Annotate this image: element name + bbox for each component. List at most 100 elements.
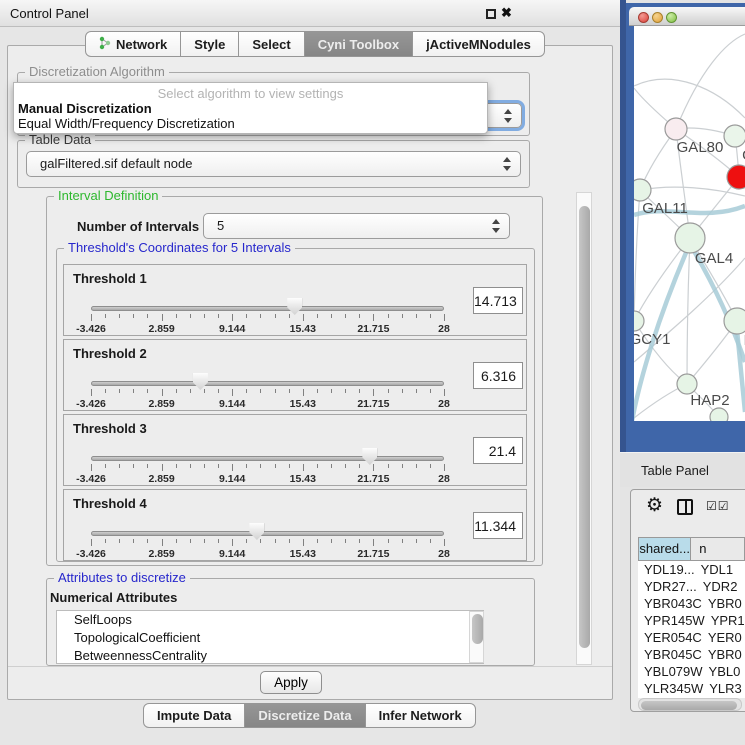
network-node-top-right[interactable] [724,125,745,147]
number-of-intervals-combobox[interactable]: 5 [203,213,510,239]
column-header-shared[interactable]: shared... [638,537,691,561]
threshold-value-field[interactable]: 21.4 [473,437,523,464]
tick-mark [147,389,148,393]
network-node-label-gal4: GAL4 [695,250,733,267]
tick-mark [246,389,247,393]
list-item-topologicalcoefficient[interactable]: TopologicalCoefficient [57,629,483,647]
table-cell: YBR0 [702,595,745,612]
node-table[interactable]: shared...n YDL19...YDL1YDR27...YDR2YBR04… [638,537,745,698]
tick-mark [204,314,205,318]
tab-infer-network[interactable]: Infer Network [365,703,476,728]
dropdown-option-manual-discretization[interactable]: Manual Discretization [18,101,483,116]
threshold-value-field[interactable]: 6.316 [473,362,523,389]
tick-mark [331,464,332,468]
tick-mark [176,539,177,543]
tick-mark [345,464,346,468]
tick-mark [430,389,431,393]
minimize-traffic-light[interactable] [652,12,663,23]
tick-mark [133,389,134,393]
slider-track[interactable] [91,531,444,536]
slider-thumb[interactable] [249,523,264,540]
tick-mark [218,464,219,468]
network-node-label-gcy1: GCY1 [634,331,670,348]
tick-mark [218,389,219,393]
interval-definition-title: Interval Definition [54,188,162,203]
table-row[interactable]: YBR043CYBR0 [638,595,745,612]
threshold-value-field[interactable]: 14.713 [473,287,523,314]
select-columns-icon[interactable]: ☑☑ [706,499,730,513]
dropdown-prompt: Select algorithm to view settings [14,86,487,101]
tick-mark [373,464,374,471]
network-node-red-node[interactable] [727,165,745,189]
attributes-scrollbar[interactable] [469,611,484,663]
tick-mark [232,389,233,396]
table-cell: YDR2 [697,578,745,595]
tab-discretize-data[interactable]: Discretize Data [244,703,365,728]
table-data-combobox[interactable]: galFiltered.sif default node [26,151,521,177]
numerical-attributes-list[interactable]: SelfLoopsTopologicalCoefficientBetweenne… [56,610,484,664]
tab-network[interactable]: Network [85,31,181,57]
slider-track[interactable] [91,381,444,386]
table-cell: YBL0 [703,663,745,680]
threshold-value-field[interactable]: 11.344 [473,512,523,539]
tick-mark [373,539,374,546]
table-row[interactable]: YLR345WYLR3 [638,680,745,697]
table-horizontal-scrollbar[interactable] [638,698,742,711]
tick-mark [232,314,233,321]
table-row[interactable]: YER054CYER0 [638,629,745,646]
list-item-selfloops[interactable]: SelfLoops [57,611,483,629]
table-row[interactable]: YBR045CYBR0 [638,646,745,663]
close-icon[interactable]: ✖ [501,5,512,21]
table-cell: YBL079W [638,663,703,680]
tick-label: 2.859 [140,548,184,560]
tick-mark [190,389,191,393]
table-cell: YDR27... [638,578,697,595]
slider-track[interactable] [91,456,444,461]
tab-jactivemnodules[interactable]: jActiveMNodules [412,31,545,57]
gear-icon[interactable]: ⚙ [646,496,663,515]
slider-ticks: -3.4262.8599.14415.4321.71528 [91,464,444,486]
network-node-gal80[interactable] [665,118,687,140]
panel-scrollbar[interactable] [576,192,592,665]
slider-thumb[interactable] [287,298,302,315]
slider-track[interactable] [91,306,444,311]
tab-style[interactable]: Style [180,31,239,57]
column-header-n[interactable]: n [691,537,745,561]
slider-thumb[interactable] [193,373,208,390]
table-row[interactable]: YDR27...YDR2 [638,578,745,595]
tab-select[interactable]: Select [238,31,304,57]
list-item-betweennesscentrality[interactable]: BetweennessCentrality [57,647,483,664]
threshold-panel-3: Threshold 3-3.4262.8599.14415.4321.71528… [63,414,527,486]
tab-impute-data[interactable]: Impute Data [143,703,245,728]
tick-mark [416,464,417,468]
slider-thumb[interactable] [362,448,377,465]
split-view-icon[interactable] [677,499,693,515]
threshold-label: Threshold 4 [73,496,147,511]
zoom-traffic-light[interactable] [666,12,677,23]
network-node-h-node[interactable] [724,308,745,334]
tick-label: 21.715 [351,323,395,335]
network-node-bottom-node[interactable] [710,408,728,421]
network-node-gal11[interactable] [634,179,651,201]
bottom-tab-bar: Impute DataDiscretize DataInfer Network [143,703,476,728]
network-graph[interactable]: GAL80GACGAL11GAL4GCY1HHAP2 [634,26,745,421]
table-panel-bar: Table Panel [620,452,745,487]
threshold-panel-1: Threshold 1-3.4262.8599.14415.4321.71528… [63,264,527,336]
table-row[interactable]: YBL079WYBL0 [638,663,745,680]
tick-mark [416,539,417,543]
threshold-label: Threshold 2 [73,346,147,361]
table-row[interactable]: YDL19...YDL1 [638,561,745,578]
apply-button[interactable]: Apply [260,671,322,694]
tick-mark [105,539,106,543]
dropdown-option-equal-width-frequency[interactable]: Equal Width/Frequency Discretization [18,116,483,131]
table-cell: YLR3 [703,680,745,697]
table-row[interactable]: YPR145WYPR1 [638,612,745,629]
network-node-gal4[interactable] [675,223,705,253]
tab-cyni-toolbox[interactable]: Cyni Toolbox [304,31,413,57]
float-window-icon[interactable] [486,9,496,19]
tick-label: 15.43 [281,548,325,560]
tick-mark [204,464,205,468]
network-node-hap2[interactable] [677,374,697,394]
close-traffic-light[interactable] [638,12,649,23]
network-node-gcy1[interactable] [634,311,644,331]
